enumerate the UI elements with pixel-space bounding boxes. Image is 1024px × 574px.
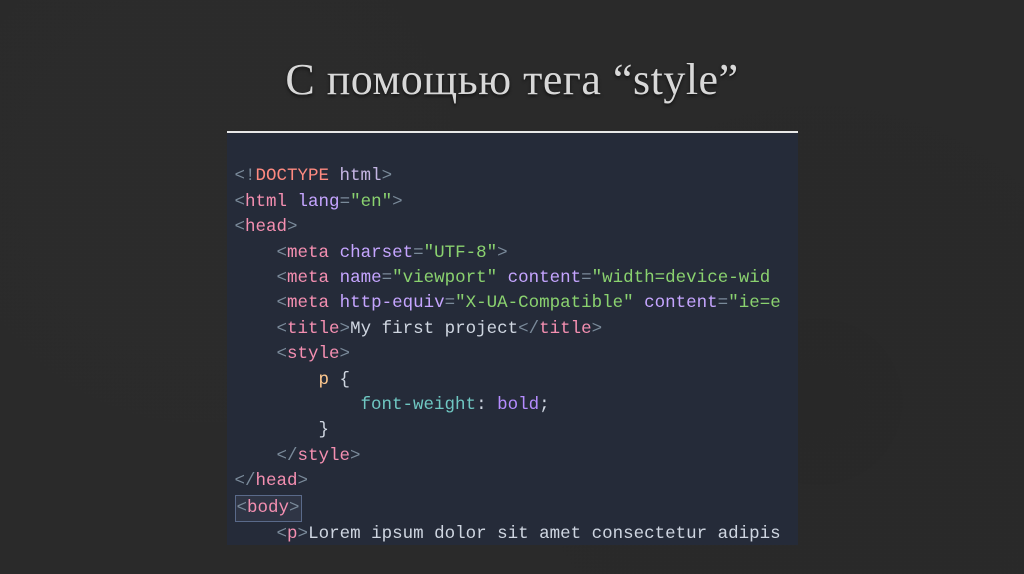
code-line-2: <html lang="en"> <box>235 192 403 212</box>
code-line-11: } <box>235 420 330 440</box>
slide: С помощью тега “style” <!DOCTYPE html> <… <box>0 0 1024 574</box>
code-line-12: </style> <box>235 446 361 466</box>
slide-title: С помощью тега “style” <box>285 54 738 105</box>
code-line-13: </head> <box>235 471 309 491</box>
code-line-7: <title>My first project</title> <box>235 319 603 339</box>
code-line-6: <meta http-equiv="X-UA-Compatible" conte… <box>235 293 781 313</box>
code-line-1: <!DOCTYPE html> <box>235 166 393 186</box>
code-line-3: <head> <box>235 217 298 237</box>
code-line-5: <meta name="viewport" content="width=dev… <box>235 268 771 288</box>
code-line-4: <meta charset="UTF-8"> <box>235 243 508 263</box>
code-line-10: font-weight: bold; <box>235 395 550 415</box>
code-line-14-highlighted: <body> <box>235 495 302 522</box>
code-editor: <!DOCTYPE html> <html lang="en"> <head> … <box>227 131 798 545</box>
code-line-9: p { <box>235 370 351 390</box>
code-line-8: <style> <box>235 344 351 364</box>
code-line-15: <p>Lorem ipsum dolor sit amet consectetu… <box>235 524 781 544</box>
